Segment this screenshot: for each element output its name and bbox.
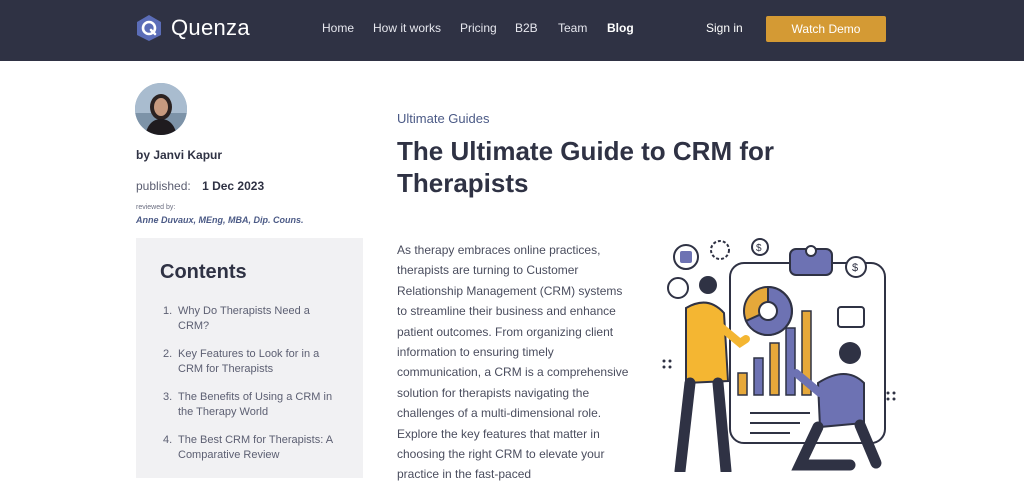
toc-item[interactable]: 4. The Best CRM for Therapists: A Compar… (163, 433, 343, 463)
nav-link-home[interactable]: Home (322, 21, 354, 35)
published-label: published: (136, 179, 191, 193)
nav-link-team[interactable]: Team (558, 21, 587, 35)
top-navbar: Quenza Home How it works Pricing B2B Tea… (0, 0, 1024, 61)
author-avatar (135, 83, 187, 135)
toc-item-number: 1. (163, 305, 173, 317)
toc-item-label: The Benefits of Using a CRM in the Thera… (178, 391, 333, 418)
sign-in-link[interactable]: Sign in (706, 21, 743, 35)
brand-logo[interactable]: Quenza (136, 14, 250, 42)
toc-item-number: 3. (163, 391, 173, 403)
toc-item-label: The Best CRM for Therapists: A Comparati… (178, 434, 333, 461)
toc-item-label: Why Do Therapists Need a CRM? (178, 305, 310, 332)
article-intro: As therapy embraces online practices, th… (397, 243, 629, 482)
article-category-link[interactable]: Ultimate Guides (397, 111, 489, 126)
svg-text:$: $ (756, 243, 762, 254)
published-date: 1 Dec 2023 (202, 179, 265, 193)
author-name[interactable]: by Janvi Kapur (136, 148, 222, 162)
toc-item[interactable]: 2. Key Features to Look for in a CRM for… (163, 347, 343, 377)
nav-link-blog[interactable]: Blog (607, 21, 634, 35)
brand-name: Quenza (171, 15, 250, 40)
toc-item[interactable]: 1. Why Do Therapists Need a CRM? (163, 304, 343, 334)
reviewed-by-label: reviewed by: (136, 204, 176, 211)
toc-item-number: 4. (163, 434, 173, 446)
quenza-logo-icon (137, 15, 161, 41)
crm-illustration: $ $ (662, 238, 896, 472)
toc-item-label: Key Features to Look for in a CRM for Th… (178, 348, 320, 375)
watch-demo-button[interactable]: Watch Demo (766, 16, 886, 42)
toc-item-number: 2. (163, 348, 173, 360)
published-info: published: 1 Dec 2023 (136, 179, 264, 193)
reviewer-name[interactable]: Anne Duvaux, MEng, MBA, Dip. Couns. (136, 215, 304, 225)
toc-list: 1. Why Do Therapists Need a CRM? 2. Key … (163, 304, 343, 476)
toc-title: Contents (160, 261, 247, 283)
author-photo-icon (135, 83, 187, 135)
article-title: The Ultimate Guide to CRM for Therapists (397, 136, 774, 198)
nav-link-how-it-works[interactable]: How it works (373, 21, 441, 35)
toc-item[interactable]: 3. The Benefits of Using a CRM in the Th… (163, 390, 343, 420)
nav-link-b2b[interactable]: B2B (515, 21, 538, 35)
svg-text:$: $ (852, 262, 858, 274)
table-of-contents: Contents 1. Why Do Therapists Need a CRM… (136, 238, 363, 478)
nav-link-pricing[interactable]: Pricing (460, 21, 497, 35)
